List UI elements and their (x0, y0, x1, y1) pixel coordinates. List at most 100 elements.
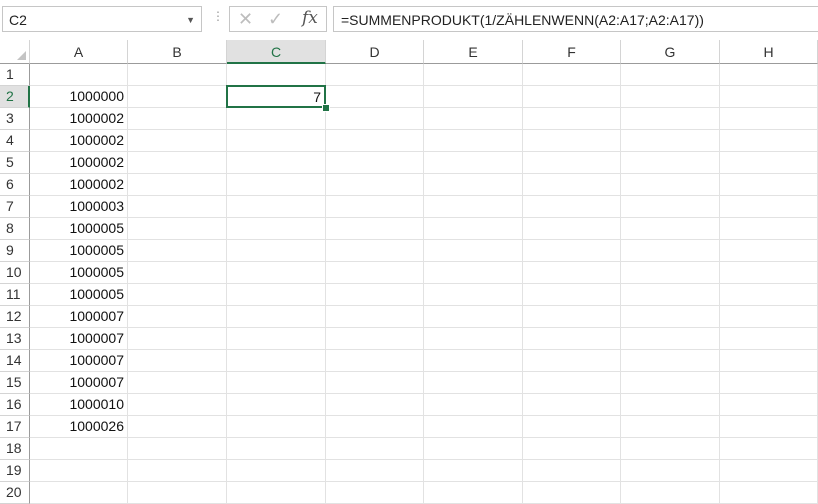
row-header-10[interactable]: 10 (0, 262, 30, 284)
cell-b11[interactable] (128, 284, 227, 306)
cell-e2[interactable] (424, 86, 523, 108)
cell-g11[interactable] (621, 284, 720, 306)
cell-a17[interactable]: 1000026 (30, 416, 128, 438)
cell-b9[interactable] (128, 240, 227, 262)
cell-h11[interactable] (720, 284, 818, 306)
row-header-17[interactable]: 17 (0, 416, 30, 438)
column-header-b[interactable]: B (128, 40, 227, 64)
cell-h19[interactable] (720, 460, 818, 482)
cell-g4[interactable] (621, 130, 720, 152)
formula-input[interactable]: =SUMMENPRODUKT(1/ZÄHLENWENN(A2:A17;A2:A1… (333, 6, 818, 32)
cell-c18[interactable] (227, 438, 326, 460)
cell-c10[interactable] (227, 262, 326, 284)
cell-c12[interactable] (227, 306, 326, 328)
cell-d18[interactable] (326, 438, 424, 460)
cell-d15[interactable] (326, 372, 424, 394)
cell-h13[interactable] (720, 328, 818, 350)
cell-a1[interactable] (30, 64, 128, 86)
cell-f9[interactable] (523, 240, 621, 262)
select-all-button[interactable] (0, 40, 30, 64)
cell-e16[interactable] (424, 394, 523, 416)
cell-a13[interactable]: 1000007 (30, 328, 128, 350)
cell-d13[interactable] (326, 328, 424, 350)
cell-b16[interactable] (128, 394, 227, 416)
row-header-1[interactable]: 1 (0, 64, 30, 86)
cancel-icon[interactable]: ✕ (238, 9, 253, 30)
cell-e17[interactable] (424, 416, 523, 438)
cell-g6[interactable] (621, 174, 720, 196)
cell-a4[interactable]: 1000002 (30, 130, 128, 152)
cell-c14[interactable] (227, 350, 326, 372)
cell-a9[interactable]: 1000005 (30, 240, 128, 262)
cell-f13[interactable] (523, 328, 621, 350)
cell-a6[interactable]: 1000002 (30, 174, 128, 196)
cell-h18[interactable] (720, 438, 818, 460)
row-header-2[interactable]: 2 (0, 86, 30, 108)
cell-g5[interactable] (621, 152, 720, 174)
cell-d20[interactable] (326, 482, 424, 504)
cell-g20[interactable] (621, 482, 720, 504)
cell-e10[interactable] (424, 262, 523, 284)
cell-a2[interactable]: 1000000 (30, 86, 128, 108)
cell-b17[interactable] (128, 416, 227, 438)
row-header-19[interactable]: 19 (0, 460, 30, 482)
cell-h12[interactable] (720, 306, 818, 328)
cell-d5[interactable] (326, 152, 424, 174)
cell-f15[interactable] (523, 372, 621, 394)
cell-a5[interactable]: 1000002 (30, 152, 128, 174)
cell-b18[interactable] (128, 438, 227, 460)
cell-f16[interactable] (523, 394, 621, 416)
fill-handle[interactable] (322, 104, 330, 112)
cell-f7[interactable] (523, 196, 621, 218)
cell-g12[interactable] (621, 306, 720, 328)
cell-h17[interactable] (720, 416, 818, 438)
cell-f19[interactable] (523, 460, 621, 482)
cell-f10[interactable] (523, 262, 621, 284)
cell-b6[interactable] (128, 174, 227, 196)
cell-a3[interactable]: 1000002 (30, 108, 128, 130)
cell-e6[interactable] (424, 174, 523, 196)
cell-c15[interactable] (227, 372, 326, 394)
cell-c20[interactable] (227, 482, 326, 504)
cell-f11[interactable] (523, 284, 621, 306)
cell-b5[interactable] (128, 152, 227, 174)
row-header-11[interactable]: 11 (0, 284, 30, 306)
row-header-4[interactable]: 4 (0, 130, 30, 152)
row-header-5[interactable]: 5 (0, 152, 30, 174)
cell-g17[interactable] (621, 416, 720, 438)
cell-c9[interactable] (227, 240, 326, 262)
chevron-down-icon[interactable]: ▼ (186, 15, 195, 25)
cell-a19[interactable] (30, 460, 128, 482)
cell-e11[interactable] (424, 284, 523, 306)
row-header-14[interactable]: 14 (0, 350, 30, 372)
cell-c2[interactable]: 7 (226, 85, 326, 108)
cell-f8[interactable] (523, 218, 621, 240)
cell-e1[interactable] (424, 64, 523, 86)
cell-g7[interactable] (621, 196, 720, 218)
cell-f18[interactable] (523, 438, 621, 460)
cell-d12[interactable] (326, 306, 424, 328)
row-header-20[interactable]: 20 (0, 482, 30, 504)
cell-d10[interactable] (326, 262, 424, 284)
cell-c17[interactable] (227, 416, 326, 438)
cell-a20[interactable] (30, 482, 128, 504)
cell-a16[interactable]: 1000010 (30, 394, 128, 416)
cell-f20[interactable] (523, 482, 621, 504)
resize-handle-icon[interactable]: ⋮ (212, 10, 224, 22)
row-header-8[interactable]: 8 (0, 218, 30, 240)
cell-d8[interactable] (326, 218, 424, 240)
row-header-7[interactable]: 7 (0, 196, 30, 218)
cell-c4[interactable] (227, 130, 326, 152)
cell-c7[interactable] (227, 196, 326, 218)
cell-a15[interactable]: 1000007 (30, 372, 128, 394)
cell-a8[interactable]: 1000005 (30, 218, 128, 240)
cell-h4[interactable] (720, 130, 818, 152)
cell-g8[interactable] (621, 218, 720, 240)
row-header-13[interactable]: 13 (0, 328, 30, 350)
cell-f4[interactable] (523, 130, 621, 152)
cell-e9[interactable] (424, 240, 523, 262)
cell-b14[interactable] (128, 350, 227, 372)
cell-b3[interactable] (128, 108, 227, 130)
cell-a14[interactable]: 1000007 (30, 350, 128, 372)
cell-b4[interactable] (128, 130, 227, 152)
